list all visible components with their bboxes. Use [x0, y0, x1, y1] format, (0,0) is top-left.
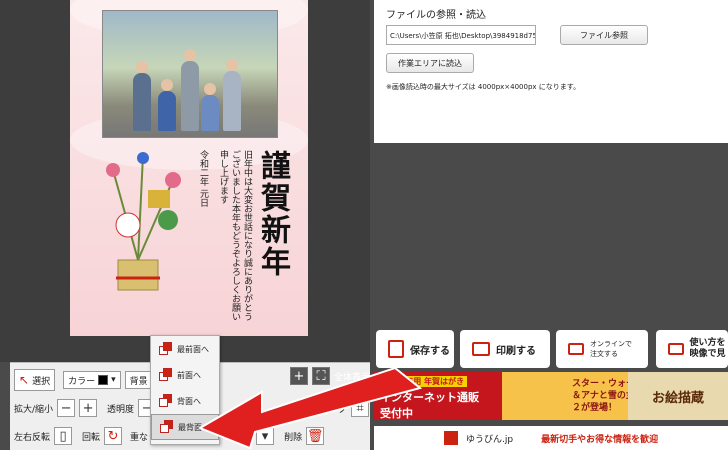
promo-banner-yellow[interactable]: スター・ウォーズ＆アナと雪の女王２が登場！ お絵描蔵 [502, 372, 728, 420]
person-figure [201, 95, 219, 131]
card-greeting: 謹賀新年 [255, 150, 290, 278]
family-photo[interactable] [102, 10, 278, 138]
person-figure [223, 71, 241, 131]
save-button[interactable]: 保存する [376, 330, 454, 368]
load-to-workspace-button[interactable]: 作業エリアに読込 [386, 53, 474, 73]
send-backward-item[interactable]: 背面へ [151, 388, 219, 414]
printer-icon [472, 342, 490, 356]
color-label: カラー [68, 376, 96, 387]
zoom-out-button[interactable]: − [57, 399, 76, 417]
order-item-label: 最前面へ [177, 344, 209, 354]
document-icon [388, 340, 404, 358]
banner-tag: 2020年用 年賀はがき [380, 376, 468, 387]
delete-label: 削除 [284, 432, 303, 443]
zoom-label: 拡大/縮小 [14, 404, 54, 415]
person-head [184, 49, 196, 61]
background-label: 背景 [129, 376, 148, 387]
select-label: 選択 [32, 376, 51, 387]
footer-bar: ゆうびん.jp 最新切手やお得な情報を歓迎 [374, 426, 728, 450]
bring-to-front-item[interactable]: 最前面へ [151, 336, 219, 362]
print-button[interactable]: 印刷する [460, 330, 550, 368]
card-date: 令和二年 元日 [198, 150, 208, 207]
card-message-text: 旧年中は大変お世話になり誠にありがとうございました本年もどうぞよろしくお願い申し… [218, 150, 252, 321]
color-select[interactable]: カラー ▾ [63, 371, 121, 389]
order-item-label: 前面へ [177, 370, 201, 380]
person-head [204, 83, 216, 95]
opacity-label: 透明度 [107, 404, 135, 415]
brand-banner[interactable]: お絵描蔵 [628, 372, 728, 420]
bring-to-front-icon [159, 342, 173, 356]
chevron-down-icon: ▾ [111, 375, 116, 385]
person-head [136, 61, 148, 73]
fullscreen-label: 全体表示 [334, 372, 371, 383]
promo-banner[interactable]: 2020年用 年賀はがき インターネット通販 受付中 スター・ウォーズ＆アナと雪… [374, 372, 728, 420]
file-size-note: ※画像読込時の最大サイズは 4000px×4000px になります。 [386, 83, 581, 91]
cart-icon [568, 343, 584, 355]
bring-forward-item[interactable]: 前面へ [151, 362, 219, 388]
send-to-back-icon [160, 420, 174, 434]
video-label: 使い方を映像で見 [689, 338, 726, 359]
play-icon [668, 343, 684, 355]
person-figure [133, 73, 151, 131]
align-icon[interactable]: ▾ [256, 427, 275, 445]
select-tool-button[interactable]: ↖ 選択 [14, 369, 56, 391]
color-swatch [98, 375, 109, 385]
trimming-label: トリミング [302, 404, 348, 415]
order-online-button[interactable]: オンラインで注文する [556, 330, 648, 368]
rotate-label: 回転 [82, 432, 101, 443]
person-figure [181, 61, 199, 131]
order-item-label: 背面へ [177, 396, 201, 406]
order-online-label: オンラインで注文する [590, 340, 632, 358]
lucky-charm-illustration [106, 152, 181, 291]
file-panel-title: ファイルの参照・読込 [386, 10, 486, 21]
video-tutorial-button[interactable]: 使い方を映像で見 [656, 330, 728, 368]
bring-forward-icon [159, 368, 173, 382]
align-label: 整列 [234, 432, 253, 443]
zoom-in-button[interactable]: + [79, 399, 98, 417]
footer-news[interactable]: 最新切手やお得な情報を歓迎 [541, 432, 658, 445]
new-year-card[interactable]: 旧年中は大変お世話になり誠にありがとうございました本年もどうぞよろしくお願い申し… [70, 0, 308, 336]
fullscreen-icon[interactable]: ⛶ [312, 367, 330, 385]
person-head [226, 59, 238, 71]
trash-icon[interactable]: 🗑 [306, 427, 325, 445]
layer-order-menu: 最前面へ 前面へ 背面へ 最背面へ [150, 335, 220, 445]
footer-logo-text[interactable]: ゆうびん.jp [466, 432, 513, 445]
canvas-area: 旧年中は大変お世話になり誠にありがとうございました本年もどうぞよろしくお願い申し… [0, 0, 370, 362]
send-backward-icon [159, 394, 173, 408]
online-sales-banner[interactable]: 2020年用 年賀はがき インターネット通販 受付中 [374, 372, 502, 420]
person-head [161, 79, 173, 91]
order-item-label: 最背面へ [178, 422, 210, 432]
cursor-icon: ↖ [19, 373, 30, 387]
card-message: 旧年中は大変お世話になり誠にありがとうございました本年もどうぞよろしくお願い申し… [185, 150, 253, 325]
file-path-field[interactable]: C:\Users\小笠原 拓也\Desktop\3984918d75bbb4f [386, 25, 536, 45]
person-figure [158, 91, 176, 131]
print-label: 印刷する [496, 345, 536, 357]
banner-line1: インターネット通販 [380, 391, 479, 404]
zoom-strip: + ⛶ 全体表示 [290, 366, 370, 386]
flip-icon[interactable]: ▯ [54, 427, 73, 445]
crop-icon[interactable]: ⌗ [351, 399, 370, 417]
post-logo-icon [444, 431, 458, 445]
rotate-icon[interactable]: ↻ [104, 427, 123, 445]
banner-line2: 受付中 [380, 407, 413, 420]
flip-label: 左右反転 [14, 432, 51, 443]
save-label: 保存する [410, 345, 450, 357]
browse-button[interactable]: ファイル参照 [560, 25, 648, 45]
file-panel: ファイルの参照・読込 C:\Users\小笠原 拓也\Desktop\39849… [374, 0, 728, 143]
add-button[interactable]: + [290, 367, 308, 385]
send-to-back-item[interactable]: 最背面へ [151, 414, 219, 440]
